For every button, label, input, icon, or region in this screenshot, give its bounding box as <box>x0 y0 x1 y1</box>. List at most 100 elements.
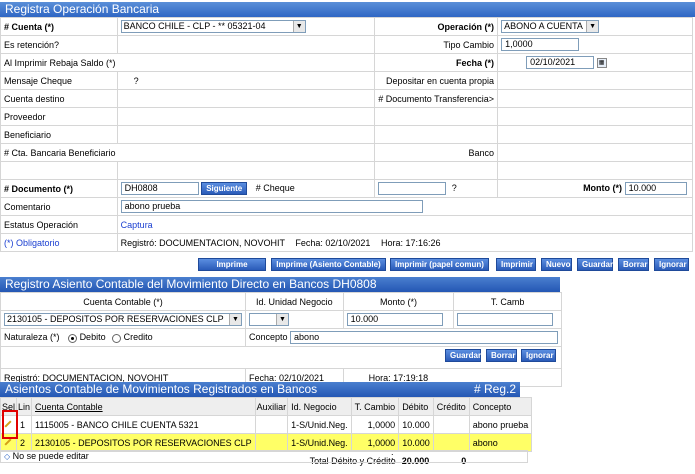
cta-bancaria-label: # Cta. Bancaria Beneficiario <box>0 143 376 162</box>
comentario-label: Comentario <box>0 197 118 216</box>
form-title: Registra Operación Bancaria <box>5 2 160 16</box>
mensaje-cheque-label: Mensaje Cheque <box>0 71 118 90</box>
rebaja-saldo-label: Al Imprimir Rebaja Saldo (*) <box>0 53 376 72</box>
row-credito <box>432 433 470 452</box>
chevron-down-icon: ▼ <box>276 314 288 325</box>
concepto-input[interactable]: abono <box>290 331 559 344</box>
asiento-title: Registro Asiento Contable del Movimiento… <box>5 277 377 291</box>
naturaleza-label: Naturaleza (*) <box>4 332 60 343</box>
guardar-button[interactable]: Guardar <box>577 258 613 271</box>
header-tcambio: T. Cambio <box>350 397 400 416</box>
asiento-guardar-button[interactable]: Guardar <box>445 349 481 362</box>
table-row[interactable]: 2 2130105 - DEPOSITOS POR RESERVACIONES … <box>0 433 533 452</box>
depositar-cuenta-propia-label: Depositar en cuenta propia <box>374 71 499 90</box>
header-concepto: Concepto <box>468 397 533 416</box>
comentario-input[interactable]: abono prueba <box>120 200 423 213</box>
row-tcambio: 1,0000 <box>350 433 400 452</box>
doc-transferencia-label: # Documento Transferencia> <box>374 89 499 108</box>
row-debito: 10.000 <box>398 433 434 452</box>
siguiente-button[interactable]: Siguiente <box>201 181 248 195</box>
row-concepto: abono prueba <box>468 415 533 434</box>
documento-input[interactable]: DH0808 <box>120 182 199 196</box>
footer-text: No se puede editar <box>12 451 89 461</box>
credito-radio[interactable] <box>112 333 122 343</box>
tipo-cambio-label: Tipo Cambio <box>374 35 499 54</box>
chevron-down-icon: ▼ <box>229 314 241 325</box>
registrados-title-bar: Asientos Contable de Movimientos Registr… <box>0 382 520 397</box>
row-lin: 2 <box>16 433 33 452</box>
tipo-cambio-input[interactable]: 1,0000 <box>501 38 580 51</box>
cuenta-label: # Cuenta (*) <box>0 17 118 36</box>
row-negocio: 1-S/Unid.Neg. <box>287 415 352 434</box>
calendar-icon[interactable]: ▦ <box>596 57 607 68</box>
asiento-form-table: Cuenta Contable (*) Id. Unidad Negocio M… <box>0 292 563 387</box>
diamond-icon: ◇ <box>4 452 11 461</box>
header-auxiliar: Auxiliar <box>254 397 289 416</box>
imprime-recibo-button[interactable]: Imprime Recibo <box>198 258 266 280</box>
nuevo-button[interactable]: Nuevo <box>541 258 572 271</box>
cheque-help[interactable]: ? <box>452 183 457 193</box>
asiento-tcamb-input[interactable] <box>457 313 554 326</box>
row-cuenta: 1115005 - BANCO CHILE CUENTA 5321 <box>31 415 256 434</box>
row-auxiliar <box>254 433 289 452</box>
chevron-down-icon: ▼ <box>292 21 305 32</box>
obligatorio-note: (*) Obligatorio <box>0 233 118 252</box>
row-cuenta: 2130105 - DEPOSITOS POR RESERVACIONES CL… <box>31 433 256 452</box>
asiento-cuenta-value: 2130105 - DEPOSITOS POR RESERVACIONES CL… <box>7 314 224 324</box>
borrar-button[interactable]: Borrar <box>618 258 649 271</box>
imprimir-papel-button[interactable]: Imprimir (papel comun) <box>390 258 489 271</box>
fecha-input[interactable]: 02/10/2021 <box>526 56 595 69</box>
operacion-label: Operación (*) <box>374 17 499 36</box>
cuenta-select[interactable]: BANCO CHILE - CLP - ** 05321-04 ▼ <box>120 20 306 33</box>
col-monto: Monto (*) <box>342 292 455 311</box>
credito-label: Credito <box>123 332 153 343</box>
row-debito: 10.000 <box>398 415 434 434</box>
estatus-value: Captura <box>116 215 694 234</box>
operacion-select[interactable]: ABONO A CUENTA ▼ <box>501 20 600 33</box>
banco-label: Banco <box>374 143 499 162</box>
registro-hora: Hora: 17:16:26 <box>380 237 441 248</box>
row-auxiliar <box>254 415 289 434</box>
imprimir-button[interactable]: Imprimir <box>496 258 536 271</box>
debito-radio[interactable] <box>68 333 78 343</box>
header-credito: Crédito <box>432 397 470 416</box>
row-negocio: 1-S/Unid.Neg. <box>287 433 352 452</box>
asiento-cuenta-select[interactable]: 2130105 - DEPOSITOS POR RESERVACIONES CL… <box>4 313 242 326</box>
col-unidad-negocio: Id. Unidad Negocio <box>245 292 344 311</box>
unidad-negocio-select[interactable]: ▼ <box>249 313 289 326</box>
proveedor-label: Proveedor <box>0 107 118 126</box>
header-lin: Lin <box>16 397 33 416</box>
col-cuenta-contable: Cuenta Contable (*) <box>0 292 246 311</box>
registro-fecha: Fecha: 02/10/2021 <box>295 237 371 248</box>
selection-highlight-box <box>2 410 18 439</box>
registro-user: Registró: DOCUMENTACION, NOVOHIT <box>120 237 285 248</box>
registrados-title: Asientos Contable de Movimientos Registr… <box>5 382 318 396</box>
asiento-monto-input[interactable]: 10.000 <box>346 313 443 326</box>
monto-input[interactable]: 10.000 <box>624 182 687 195</box>
row-credito <box>432 415 470 434</box>
cheque-input[interactable] <box>378 182 447 195</box>
registrados-footer: ◇ No se puede editar ; <box>0 450 528 463</box>
es-retencion-label: Es retención? <box>0 35 118 54</box>
estatus-label: Estatus Operación <box>0 215 118 234</box>
form-title-bar: Registra Operación Bancaria <box>0 2 695 17</box>
beneficiario-label: Beneficiario <box>0 125 118 144</box>
asiento-title-bar: Registro Asiento Contable del Movimiento… <box>0 277 560 292</box>
asiento-borrar-button[interactable]: Borrar <box>486 349 517 362</box>
header-cuenta[interactable]: Cuenta Contable <box>31 397 256 416</box>
concepto-label: Concepto <box>249 331 288 342</box>
header-debito: Débito <box>398 397 434 416</box>
mensaje-cheque-help[interactable]: ? <box>116 71 376 90</box>
imprime-asiento-button[interactable]: Imprime (Asiento Contable) <box>271 258 386 271</box>
footer-separator: ; <box>391 451 394 461</box>
documento-label: # Documento (*) <box>0 179 118 198</box>
cuenta-destino-label: Cuenta destino <box>0 89 118 108</box>
table-row[interactable]: 1 1115005 - BANCO CHILE CUENTA 5321 1-S/… <box>0 415 533 434</box>
registrados-count: # Reg.2 <box>473 382 516 396</box>
row-lin: 1 <box>16 415 33 434</box>
col-tcamb: T. Camb <box>453 292 563 311</box>
row-concepto: abono <box>468 433 533 452</box>
asiento-ignorar-button[interactable]: Ignorar <box>521 349 556 362</box>
fecha-label: Fecha (*) <box>374 53 499 72</box>
ignorar-button[interactable]: Ignorar <box>654 258 689 271</box>
